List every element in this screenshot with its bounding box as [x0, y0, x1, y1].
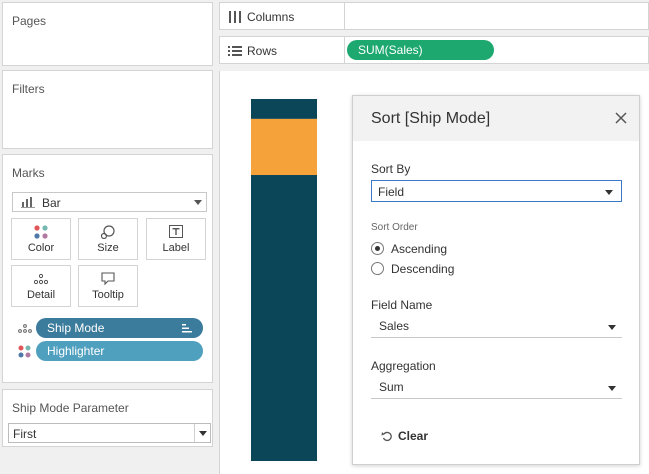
ascending-radio[interactable]: Ascending	[371, 241, 481, 257]
parameter-dropdown[interactable]: First	[8, 423, 211, 443]
size-button[interactable]: Size	[78, 218, 138, 260]
size-icon	[100, 225, 115, 239]
field-name-label: Field Name	[371, 298, 433, 312]
sort-by-label: Sort By	[371, 162, 411, 176]
chevron-down-icon	[605, 190, 613, 195]
rows-label: Rows	[247, 44, 278, 58]
color-button[interactable]: Color	[11, 218, 71, 260]
radio-unselected-icon	[371, 262, 384, 275]
label-button[interactable]: Label	[146, 218, 206, 260]
columns-label: Columns	[247, 10, 295, 24]
sort-dialog-header: Sort [Ship Mode]	[353, 96, 639, 141]
clear-button[interactable]: Clear	[381, 428, 441, 444]
detail-dots-icon	[18, 324, 32, 333]
ship-mode-pill-label: Ship Mode	[47, 321, 105, 335]
rows-icon	[228, 46, 242, 56]
clear-label: Clear	[398, 429, 429, 443]
highlighter-pill-label: Highlighter	[47, 344, 105, 358]
parameter-value: First	[13, 427, 37, 441]
detail-button-label: Detail	[26, 289, 56, 301]
ship-mode-pill[interactable]: Ship Mode	[36, 318, 203, 338]
size-button-label: Size	[97, 242, 119, 254]
aggregation-dropdown[interactable]: Sum	[371, 377, 622, 399]
highlighter-pill[interactable]: Highlighter	[36, 341, 203, 361]
descending-label: Descending	[391, 262, 455, 276]
detail-button[interactable]: Detail	[11, 265, 71, 307]
field-name-dropdown[interactable]: Sales	[371, 316, 622, 338]
aggregation-value: Sum	[379, 380, 404, 394]
descending-radio[interactable]: Descending	[371, 261, 481, 277]
radio-selected-icon	[371, 242, 384, 255]
sort-dialog-title: Sort [Ship Mode]	[371, 110, 491, 127]
pages-card: Pages	[2, 2, 213, 66]
rows-shelf[interactable]: Rows SUM(Sales)	[219, 36, 649, 64]
mark-type-dropdown[interactable]: Bar	[12, 192, 207, 212]
label-button-label: Label	[162, 242, 190, 254]
columns-shelf[interactable]: Columns	[219, 2, 649, 30]
color-dots-icon	[34, 225, 48, 239]
tooltip-button[interactable]: Tooltip	[78, 265, 138, 307]
sort-by-value: Field	[378, 185, 405, 199]
shelf-divider	[344, 37, 345, 63]
filters-card[interactable]: Filters	[2, 70, 213, 149]
filters-title: Filters	[12, 82, 45, 96]
color-dots-icon	[18, 345, 31, 358]
parameter-title: Ship Mode Parameter	[12, 401, 129, 415]
parameter-card: Ship Mode Parameter First	[2, 389, 213, 447]
ascending-label: Ascending	[391, 242, 448, 256]
tooltip-button-label: Tooltip	[92, 289, 124, 301]
sort-by-dropdown[interactable]: Field	[371, 180, 622, 202]
sum-sales-pill[interactable]: SUM(Sales)	[347, 40, 494, 60]
shelf-divider	[344, 3, 345, 29]
bar-segment-3[interactable]	[251, 175, 317, 461]
sort-order-label: Sort Order	[371, 222, 418, 233]
text-label-icon	[169, 225, 183, 238]
columns-icon	[229, 11, 241, 23]
chevron-down-icon	[608, 386, 616, 391]
mark-type-label: Bar	[42, 196, 61, 210]
bar-segment-2[interactable]	[251, 118, 317, 176]
undo-icon	[381, 431, 392, 442]
speech-bubble-icon	[101, 272, 115, 286]
field-name-value: Sales	[379, 319, 410, 333]
aggregation-label: Aggregation	[371, 359, 436, 373]
chevron-down-icon	[608, 325, 616, 330]
close-icon[interactable]	[615, 112, 627, 124]
detail-dots-icon	[33, 273, 49, 285]
bar-segment-1[interactable]	[251, 99, 317, 119]
pages-title: Pages	[12, 14, 47, 28]
sort-ascending-icon	[182, 324, 192, 333]
chevron-down-icon[interactable]	[194, 424, 210, 442]
marks-title: Marks	[12, 166, 45, 180]
bar-chart-icon	[21, 197, 35, 208]
color-button-label: Color	[27, 242, 55, 254]
sort-dialog: Sort [Ship Mode] Sort By Field Sort Orde…	[352, 95, 640, 465]
marks-card: Marks Bar Color Size Label Detail Toolti…	[2, 154, 213, 383]
chevron-down-icon	[194, 200, 202, 205]
